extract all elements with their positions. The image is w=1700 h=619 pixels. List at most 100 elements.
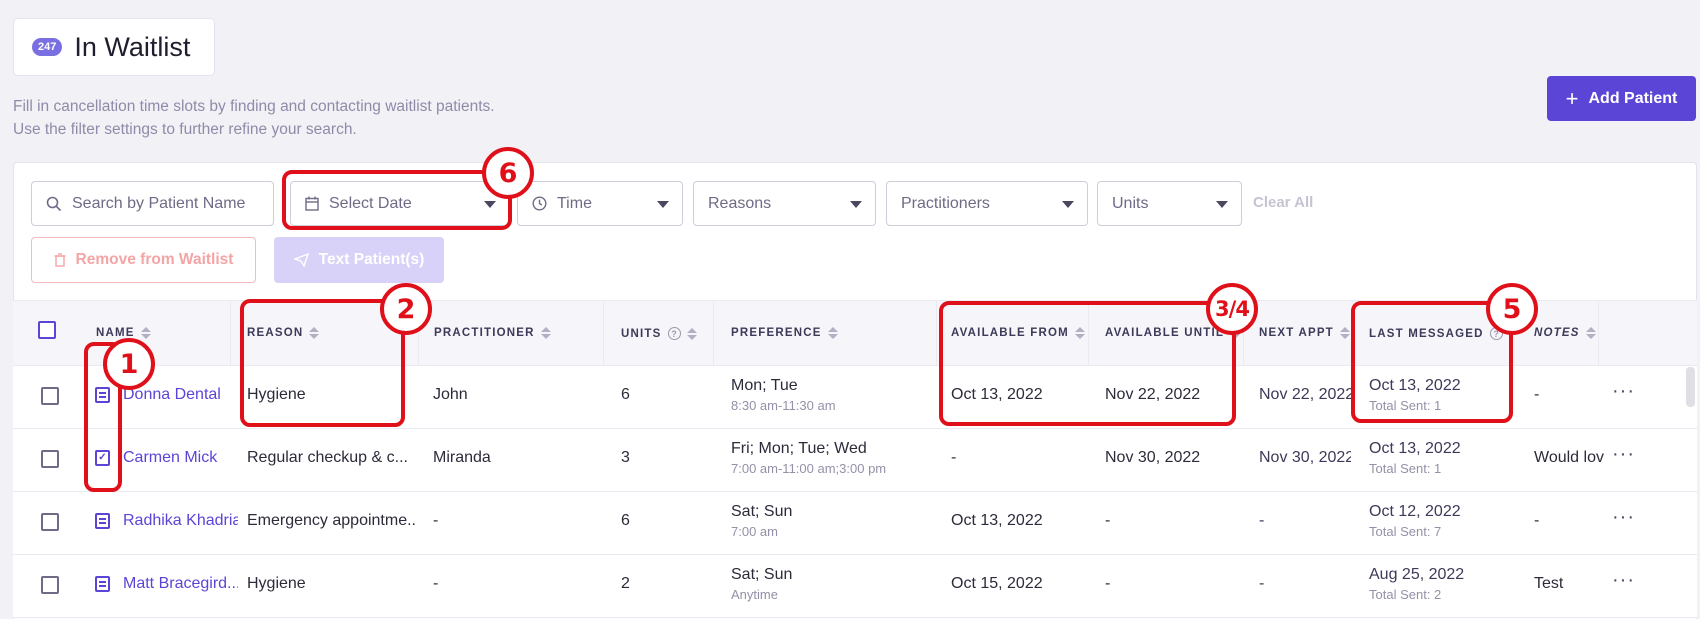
total-sent: Total Sent: 1 <box>1369 461 1442 476</box>
available-until-cell: - <box>1105 575 1111 592</box>
annotation-badge-5: 5 <box>1486 283 1538 335</box>
row-checkbox[interactable] <box>41 450 59 468</box>
column-divider <box>603 300 604 366</box>
page-description: Fill in cancellation time slots by findi… <box>13 95 495 141</box>
column-header-units[interactable]: UNITS? <box>621 327 697 340</box>
clear-all-link[interactable]: Clear All <box>1253 194 1313 211</box>
more-options-icon[interactable]: ··· <box>1612 506 1635 529</box>
note-icon[interactable] <box>95 576 110 592</box>
row-checkbox[interactable] <box>41 387 59 405</box>
waitlist-count-badge: 247 <box>32 38 63 56</box>
practitioner-cell: - <box>433 575 439 592</box>
available-from-cell: Oct 13, 2022 <box>951 512 1043 529</box>
last-messaged-cell: Oct 12, 2022 Total Sent: 7 <box>1369 503 1461 539</box>
total-sent: Total Sent: 7 <box>1369 524 1442 539</box>
units-cell: 2 <box>621 575 630 592</box>
page-title: In Waitlist <box>74 31 191 62</box>
sort-icon <box>140 327 151 339</box>
column-header-next-appt[interactable]: NEXT APPT <box>1259 327 1350 339</box>
preference-cell: Sat; Sun Anytime <box>731 566 792 602</box>
time-label: Time <box>557 194 592 212</box>
select-all-checkbox[interactable] <box>38 321 56 339</box>
practitioner-cell: John <box>433 386 468 403</box>
patient-name-link[interactable]: Donna Dental <box>123 386 228 404</box>
available-until-cell: Nov 30, 2022 <box>1105 449 1201 466</box>
preference-days: Fri; Mon; Tue; Wed <box>731 440 867 457</box>
notes-cell: - <box>1534 386 1540 403</box>
next-appt-cell: - <box>1259 575 1265 592</box>
remove-from-waitlist-button[interactable]: Remove from Waitlist <box>31 237 256 283</box>
remove-label: Remove from Waitlist <box>75 251 234 268</box>
preference-time: 7:00 am <box>731 524 778 539</box>
column-header-name[interactable]: NAME <box>96 327 151 339</box>
column-divider <box>1598 300 1599 366</box>
last-messaged-date: Oct 13, 2022 <box>1369 440 1461 457</box>
next-appt-cell: Nov 22, 2022 <box>1259 386 1351 403</box>
text-patients-label: Text Patient(s) <box>318 251 425 268</box>
waitlist-title-card: 247 In Waitlist <box>13 18 215 76</box>
add-patient-button[interactable]: + Add Patient <box>1547 76 1696 121</box>
time-dropdown[interactable]: Time <box>517 181 683 226</box>
search-placeholder: Search by Patient Name <box>72 194 246 212</box>
column-divider <box>936 300 937 366</box>
available-from-cell: Oct 15, 2022 <box>951 575 1043 592</box>
annotation-box-reason <box>240 299 405 427</box>
reasons-dropdown[interactable]: Reasons <box>693 181 876 226</box>
chevron-down-icon <box>1062 201 1074 208</box>
reason-cell: Hygiene <box>247 575 306 592</box>
column-next-appt-label: NEXT APPT <box>1259 327 1334 339</box>
column-header-preference[interactable]: PREFERENCE <box>731 327 838 339</box>
units-cell: 3 <box>621 449 630 466</box>
last-messaged-date: Aug 25, 2022 <box>1369 566 1465 583</box>
next-appt-cell: Nov 30, 2022 <box>1259 449 1351 466</box>
column-notes-label: NOTES <box>1534 327 1580 339</box>
row-checkbox[interactable] <box>41 576 59 594</box>
chevron-down-icon <box>850 201 862 208</box>
column-header-notes[interactable]: NOTES <box>1534 327 1596 339</box>
clock-icon <box>532 196 547 211</box>
row-checkbox[interactable] <box>41 513 59 531</box>
column-practitioner-label: PRACTITIONER <box>434 327 535 339</box>
sort-icon <box>1339 327 1350 339</box>
annotation-box-date <box>282 170 512 230</box>
send-icon <box>293 253 309 267</box>
preference-time: 7:00 am-11:00 am;3:00 pm <box>731 461 887 476</box>
help-icon[interactable]: ? <box>667 327 681 340</box>
search-input[interactable]: Search by Patient Name <box>31 181 274 226</box>
table-scrollbar[interactable] <box>1686 367 1695 407</box>
description-line-2: Use the filter settings to further refin… <box>13 121 357 138</box>
units-label: Units <box>1112 194 1149 212</box>
available-until-cell: - <box>1105 512 1111 529</box>
patient-name-link[interactable]: Carmen Mick <box>123 449 228 467</box>
sort-icon <box>686 327 697 340</box>
last-messaged-date: Oct 12, 2022 <box>1369 503 1461 520</box>
note-icon[interactable] <box>95 513 110 529</box>
annotation-box-availability <box>939 301 1236 426</box>
search-icon <box>46 196 62 211</box>
preference-days: Sat; Sun <box>731 503 793 520</box>
practitioner-cell: Miranda <box>433 449 491 466</box>
add-patient-label: Add Patient <box>1588 89 1678 107</box>
preference-cell: Mon; Tue 8:30 am-11:30 am <box>731 377 836 413</box>
units-cell: 6 <box>621 512 630 529</box>
column-header-practitioner[interactable]: PRACTITIONER <box>434 327 551 339</box>
last-messaged-cell: Aug 25, 2022 Total Sent: 2 <box>1369 566 1464 602</box>
available-from-cell: - <box>951 449 957 466</box>
next-appt-cell: - <box>1259 512 1265 529</box>
more-options-icon[interactable]: ··· <box>1612 443 1635 466</box>
description-line-1: Fill in cancellation time slots by findi… <box>13 98 495 115</box>
units-dropdown[interactable]: Units <box>1097 181 1242 226</box>
practitioners-dropdown[interactable]: Practitioners <box>886 181 1088 226</box>
text-patients-button[interactable]: Text Patient(s) <box>274 237 444 283</box>
last-messaged-cell: Oct 13, 2022 Total Sent: 1 <box>1369 440 1461 476</box>
column-divider <box>713 300 714 366</box>
more-options-icon[interactable]: ··· <box>1612 569 1635 592</box>
patient-name-link[interactable]: Matt Bracegird... <box>123 575 238 593</box>
patient-name-link[interactable]: Radhika Khadria <box>123 512 238 530</box>
chevron-down-icon <box>657 201 669 208</box>
units-cell: 6 <box>621 386 630 403</box>
practitioner-cell: - <box>433 512 439 529</box>
annotation-badge-2: 2 <box>380 283 432 335</box>
reason-cell: Regular checkup & c... <box>247 449 408 466</box>
more-options-icon[interactable]: ··· <box>1612 380 1635 403</box>
